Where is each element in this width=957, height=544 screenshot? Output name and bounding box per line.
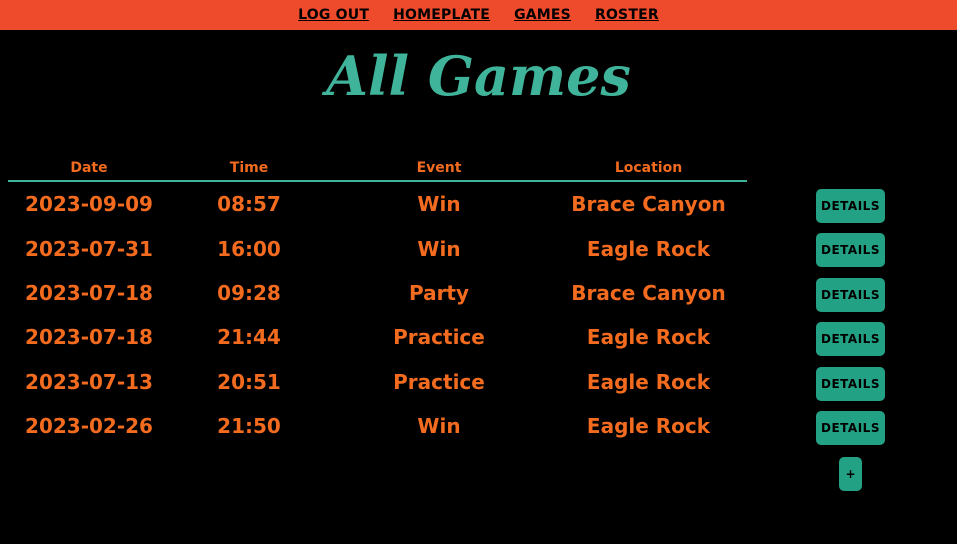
details-button[interactable]: DETAILS: [816, 189, 885, 223]
table-row: 2023-07-13 20:51 Practice Eagle Rock: [8, 360, 747, 404]
column-header-date: Date: [70, 160, 108, 176]
page-title: All Games: [326, 44, 631, 108]
game-date: 2023-09-09: [25, 192, 153, 217]
game-event: Win: [417, 414, 461, 439]
column-header-location: Location: [614, 160, 683, 176]
top-navigation: LOG OUT HOMEPLATE GAMES ROSTER: [0, 0, 957, 30]
game-location: Eagle Rock: [586, 236, 711, 261]
game-location: Eagle Rock: [586, 414, 711, 439]
logout-link[interactable]: LOG OUT: [298, 7, 369, 23]
game-date: 2023-07-13: [25, 369, 153, 394]
game-location: Brace Canyon: [571, 280, 726, 305]
table-row: 2023-09-09 08:57 Win Brace Canyon: [8, 182, 747, 226]
column-header-event: Event: [416, 160, 462, 176]
games-link[interactable]: GAMES: [514, 7, 571, 23]
game-date: 2023-02-26: [25, 414, 153, 439]
game-date: 2023-07-18: [25, 280, 153, 305]
homeplate-link[interactable]: HOMEPLATE: [393, 7, 490, 23]
game-location: Eagle Rock: [586, 325, 711, 350]
details-button[interactable]: DETAILS: [816, 233, 885, 268]
game-event: Win: [417, 192, 461, 217]
game-date: 2023-07-31: [25, 236, 153, 261]
game-event: Practice: [393, 325, 485, 350]
details-button[interactable]: DETAILS: [816, 322, 885, 357]
game-date: 2023-07-18: [25, 325, 153, 350]
game-event: Party: [408, 280, 470, 305]
game-time: 08:57: [217, 192, 281, 217]
table-header: Date Time Event Location: [8, 156, 747, 182]
game-location: Brace Canyon: [571, 192, 726, 217]
game-time: 21:44: [217, 325, 281, 350]
table-row: 2023-07-18 09:28 Party Brace Canyon: [8, 271, 747, 315]
column-header-time: Time: [229, 160, 269, 176]
details-button[interactable]: DETAILS: [816, 277, 885, 312]
game-time: 21:50: [217, 414, 281, 439]
table-row: 2023-07-18 21:44 Practice Eagle Rock: [8, 315, 747, 359]
game-event: Win: [417, 236, 461, 261]
game-time: 16:00: [217, 236, 281, 261]
game-time: 20:51: [217, 369, 281, 394]
games-table: Date Time Event Location 2023-09-09 08:5…: [8, 156, 747, 448]
details-button[interactable]: DETAILS: [816, 366, 885, 401]
table-row: 2023-02-26 21:50 Win Eagle Rock: [8, 404, 747, 448]
details-button[interactable]: DETAILS: [816, 410, 885, 445]
add-game-button[interactable]: +: [839, 457, 862, 491]
game-time: 09:28: [217, 280, 281, 305]
table-row: 2023-07-31 16:00 Win Eagle Rock: [8, 226, 747, 270]
details-buttons-column: DETAILS DETAILS DETAILS DETAILS DETAILS …: [816, 189, 885, 455]
roster-link[interactable]: ROSTER: [595, 7, 659, 23]
game-location: Eagle Rock: [586, 369, 711, 394]
game-event: Practice: [393, 369, 485, 394]
